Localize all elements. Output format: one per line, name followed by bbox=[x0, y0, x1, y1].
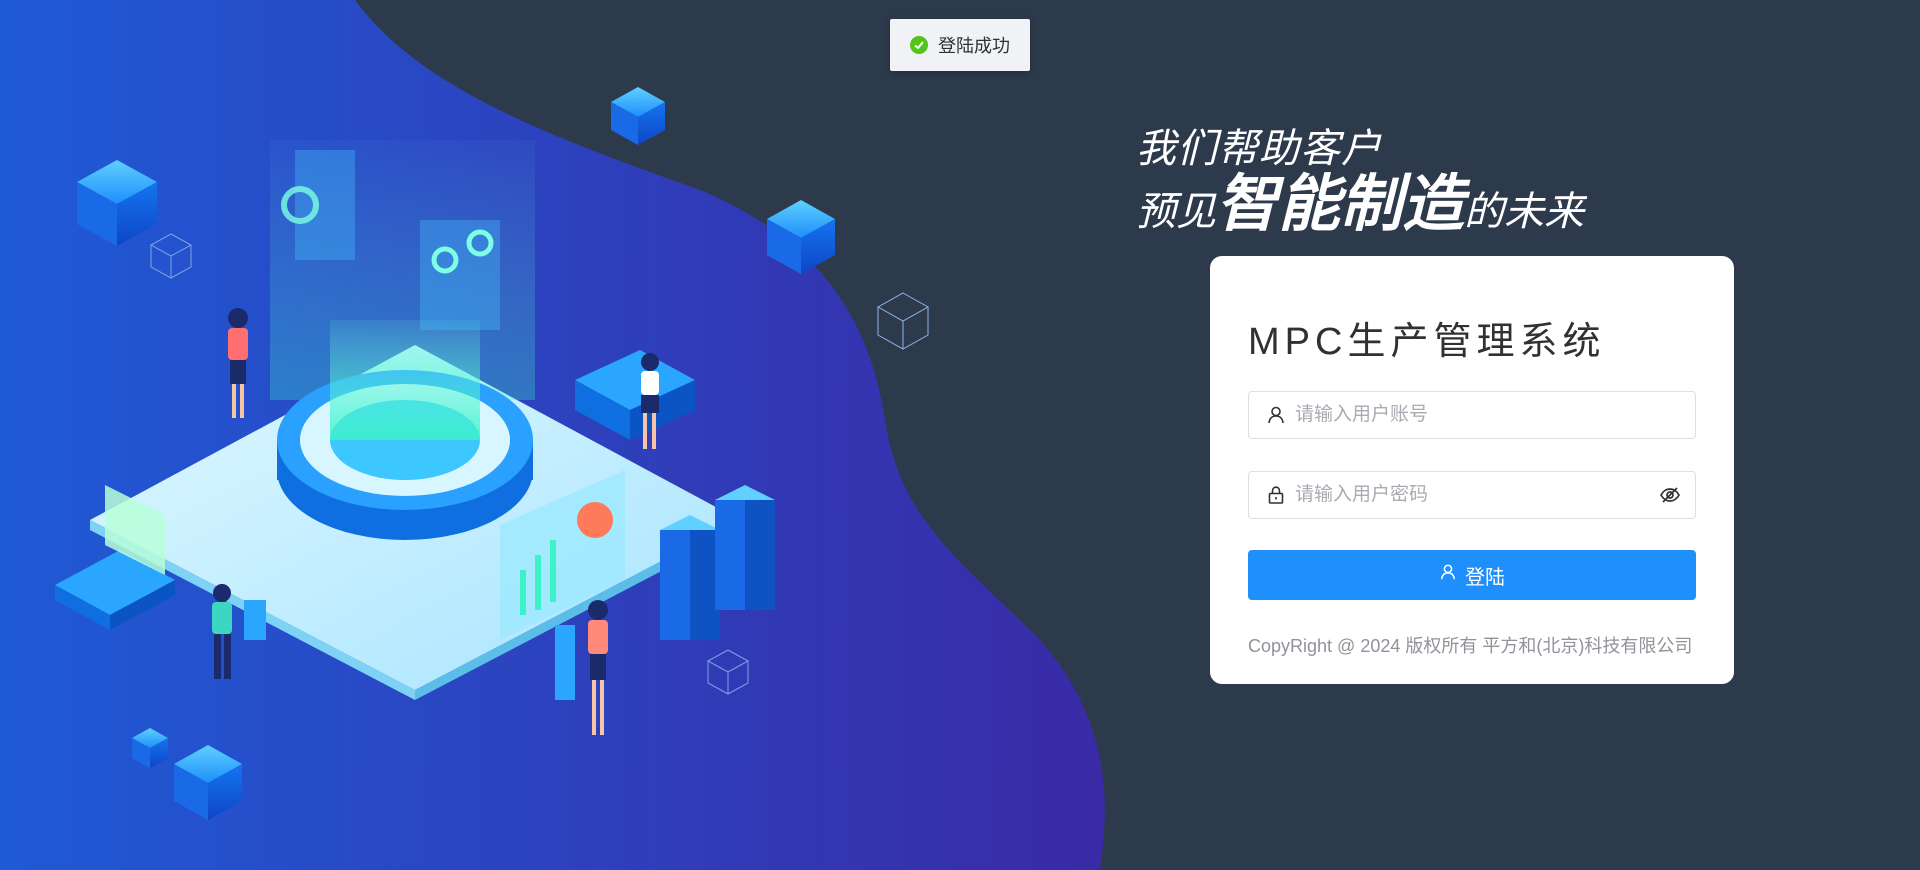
slogan-prefix: 预见 bbox=[1136, 189, 1216, 235]
username-input[interactable] bbox=[1293, 394, 1695, 436]
cube-icon bbox=[767, 200, 835, 274]
password-field[interactable] bbox=[1248, 471, 1696, 519]
slogan-suffix: 的未来 bbox=[1464, 189, 1585, 235]
slogan-line-2: 预见智能制造的未来 bbox=[1136, 173, 1584, 243]
login-title: MPC生产管理系统 bbox=[1248, 321, 1606, 363]
eye-off-icon[interactable] bbox=[1657, 482, 1683, 508]
hologram-tower bbox=[270, 140, 535, 540]
person-figure bbox=[641, 353, 659, 449]
toast-message: 登陆成功 bbox=[938, 36, 1010, 56]
device-bench bbox=[575, 350, 695, 440]
username-field[interactable] bbox=[1248, 391, 1696, 439]
wireframe-cube-icon bbox=[706, 649, 750, 695]
isometric-illustration bbox=[55, 87, 930, 820]
cube-icon bbox=[132, 728, 168, 768]
cube-icon bbox=[174, 745, 242, 820]
success-toast: 登陆成功 bbox=[890, 19, 1030, 71]
user-icon bbox=[1263, 402, 1289, 428]
login-card: MPC生产管理系统 请输入用户账号 登陆 CopyRight @ 2024 版权… bbox=[1210, 256, 1734, 684]
login-button-label: 登陆 bbox=[1465, 566, 1505, 589]
password-input[interactable] bbox=[1293, 474, 1657, 516]
slogan: 我们帮助客户 预见智能制造的未来 bbox=[1136, 125, 1584, 243]
check-circle-icon bbox=[910, 36, 928, 54]
wireframe-cube-icon bbox=[149, 233, 193, 279]
copyright-text: CopyRight @ 2024 版权所有 平方和(北京)科技有限公司 bbox=[1248, 636, 1693, 656]
slogan-line-1: 我们帮助客户 bbox=[1136, 126, 1382, 172]
wireframe-cube-icon bbox=[876, 292, 930, 350]
user-icon bbox=[1439, 563, 1457, 587]
login-button[interactable]: 登陆 bbox=[1248, 550, 1696, 600]
person-figure bbox=[228, 308, 248, 418]
lock-icon bbox=[1263, 482, 1289, 508]
cube-icon bbox=[611, 87, 665, 145]
cube-icon bbox=[77, 160, 157, 246]
slogan-emphasis: 智能制造 bbox=[1216, 167, 1465, 240]
